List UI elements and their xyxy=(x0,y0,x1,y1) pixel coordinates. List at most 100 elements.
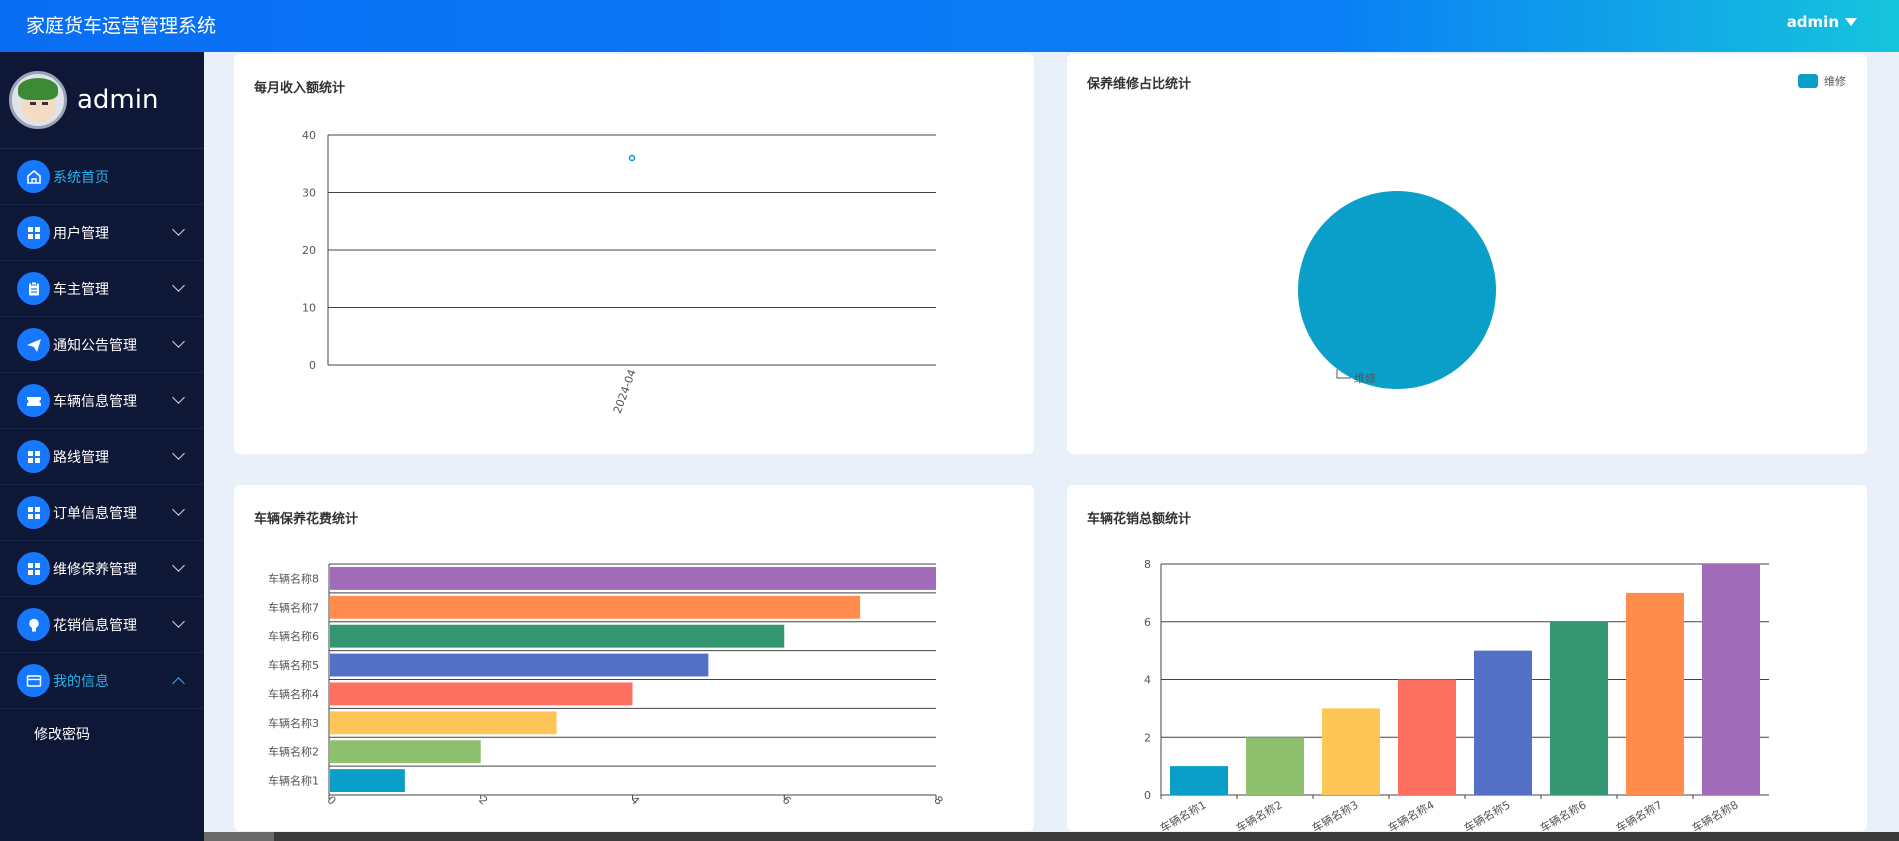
bar xyxy=(1626,592,1684,795)
sidebar-subitem-change-password[interactable]: 修改密码 xyxy=(0,709,204,759)
y-tick-label: 车辆名称8 xyxy=(268,571,319,585)
sidebar-item-label: 我的信息 xyxy=(53,673,109,690)
sidebar-item-orders[interactable]: 订单信息管理 xyxy=(0,485,204,541)
grid-icon xyxy=(17,496,50,529)
bar xyxy=(330,567,936,590)
top-header: 家庭货车运营管理系统 admin xyxy=(0,0,1899,52)
chevron-down-icon xyxy=(172,223,185,236)
sidebar-item-label: 维修保养管理 xyxy=(53,561,137,578)
sidebar-item-owners[interactable]: 车主管理 xyxy=(0,261,204,317)
y-tick-label: 0 xyxy=(1144,789,1151,802)
ratio-pie-chart: 维修维修 xyxy=(1298,74,1846,389)
y-tick-label: 20 xyxy=(302,244,316,257)
y-tick-label: 6 xyxy=(1144,616,1151,629)
x-tick-label: 2 xyxy=(476,793,490,807)
y-tick-label: 4 xyxy=(1144,674,1151,687)
y-tick-label: 40 xyxy=(302,129,316,142)
y-tick-label: 车辆名称1 xyxy=(268,774,319,788)
maintenance-bar-chart: 车辆名称1 车辆名称2 车辆名称3 车辆名称4 车辆名称5 车辆名称6 车辆名称7 车辆名称8… xyxy=(268,563,946,808)
bar xyxy=(1398,679,1456,795)
ticket-icon xyxy=(17,384,50,417)
clipboard-icon xyxy=(17,272,50,305)
x-tick-label: 车辆名称6 xyxy=(1537,797,1588,831)
y-tick-label: 8 xyxy=(1144,558,1151,571)
caret-down-icon[interactable] xyxy=(1845,18,1857,26)
legend-swatch xyxy=(1798,74,1818,88)
bar xyxy=(330,624,785,648)
x-tick-label: 2024-04 xyxy=(611,368,639,416)
y-tick-label: 2 xyxy=(1144,731,1151,744)
data-point xyxy=(628,154,636,162)
x-tick-label: 6 xyxy=(780,793,794,807)
x-tick-label: 0 xyxy=(324,793,338,807)
y-tick-label: 0 xyxy=(309,359,316,372)
card-icon xyxy=(17,664,50,697)
bar xyxy=(330,682,633,706)
bar xyxy=(1322,708,1380,795)
x-tick-label: 车辆名称4 xyxy=(1385,797,1436,831)
chevron-down-icon xyxy=(172,335,185,348)
pie-label: 维修 xyxy=(1354,371,1376,385)
bar xyxy=(330,711,557,735)
profile-section: admin xyxy=(0,52,204,149)
app-title: 家庭货车运营管理系统 xyxy=(26,15,217,37)
sidebar-item-label: 车辆信息管理 xyxy=(53,393,137,410)
user-menu-label[interactable]: admin xyxy=(1787,13,1839,31)
sidebar-item-routes[interactable]: 路线管理 xyxy=(0,429,204,485)
horizontal-scrollbar[interactable] xyxy=(204,832,1899,841)
sidebar-item-expenses[interactable]: 花销信息管理 xyxy=(0,597,204,653)
chevron-down-icon xyxy=(172,615,185,628)
chevron-down-icon xyxy=(172,559,185,572)
sidebar-item-label: 用户管理 xyxy=(53,225,109,242)
y-tick-label: 车辆名称7 xyxy=(268,600,319,614)
y-tick-label: 10 xyxy=(302,302,316,315)
profile-name: admin xyxy=(77,85,159,115)
ratio-chart-card: 保养维修占比统计 维修 维修 xyxy=(1067,54,1867,454)
home-icon xyxy=(17,160,50,193)
sidebar-item-vehicles[interactable]: 车辆信息管理 xyxy=(0,373,204,429)
bar xyxy=(1702,564,1760,795)
expense-bar-chart: 0 2 4 6 8 车辆名称1 车辆名称2 车辆名称3 车辆名称4 车辆名称5 车辆名称6 车辆名称7… xyxy=(1144,558,1769,831)
bar xyxy=(1474,650,1532,795)
sidebar: admin 系统首页 用户管理 车主管理 通知公告管理 车辆信息管理 路线管理 … xyxy=(0,52,204,841)
grid-icon xyxy=(17,440,50,473)
sidebar-item-maintenance[interactable]: 维修保养管理 xyxy=(0,541,204,597)
y-tick-label: 车辆名称4 xyxy=(268,687,319,701)
x-tick-label: 车辆名称5 xyxy=(1461,797,1512,831)
sidebar-item-home[interactable]: 系统首页 xyxy=(0,149,204,205)
expense-chart-card: 车辆花销总额统计 0 2 4 6 8 车辆名称1 车辆名称2 车辆名称3 车辆名称4 车辆名称5 车… xyxy=(1067,485,1867,831)
legend-label: 维修 xyxy=(1824,74,1846,88)
x-tick-label: 8 xyxy=(931,793,945,807)
chevron-down-icon xyxy=(172,503,185,516)
sidebar-item-notices[interactable]: 通知公告管理 xyxy=(0,317,204,373)
bar xyxy=(330,740,481,764)
y-tick-label: 车辆名称5 xyxy=(268,658,319,672)
bar xyxy=(330,769,405,792)
sidebar-item-label: 订单信息管理 xyxy=(53,505,137,522)
sidebar-item-users[interactable]: 用户管理 xyxy=(0,205,204,261)
y-tick-label: 30 xyxy=(302,187,316,200)
avatar xyxy=(9,71,67,129)
y-tick-label: 车辆名称6 xyxy=(268,629,319,643)
sidebar-item-my-info[interactable]: 我的信息 xyxy=(0,653,204,709)
bar xyxy=(330,595,861,619)
x-tick-label: 4 xyxy=(628,793,642,807)
bar xyxy=(1550,621,1608,795)
pie-slice xyxy=(1298,191,1496,389)
chevron-down-icon xyxy=(172,391,185,404)
y-tick-label: 车辆名称3 xyxy=(268,716,319,730)
send-icon xyxy=(17,328,50,361)
x-tick-label: 车辆名称3 xyxy=(1309,797,1360,831)
scrollbar-thumb[interactable] xyxy=(204,832,274,841)
y-tick-label: 车辆名称2 xyxy=(268,745,319,759)
x-tick-label: 车辆名称2 xyxy=(1233,797,1284,831)
chevron-down-icon xyxy=(172,279,185,292)
x-tick-label: 车辆名称8 xyxy=(1689,797,1740,831)
sidebar-item-label: 通知公告管理 xyxy=(53,337,137,354)
sidebar-item-label: 花销信息管理 xyxy=(53,617,137,634)
bar xyxy=(1170,766,1228,795)
bulb-icon xyxy=(17,608,50,641)
grid-icon xyxy=(17,552,50,585)
user-menu[interactable]: admin xyxy=(1787,13,1857,31)
sidebar-item-label: 路线管理 xyxy=(53,449,109,466)
